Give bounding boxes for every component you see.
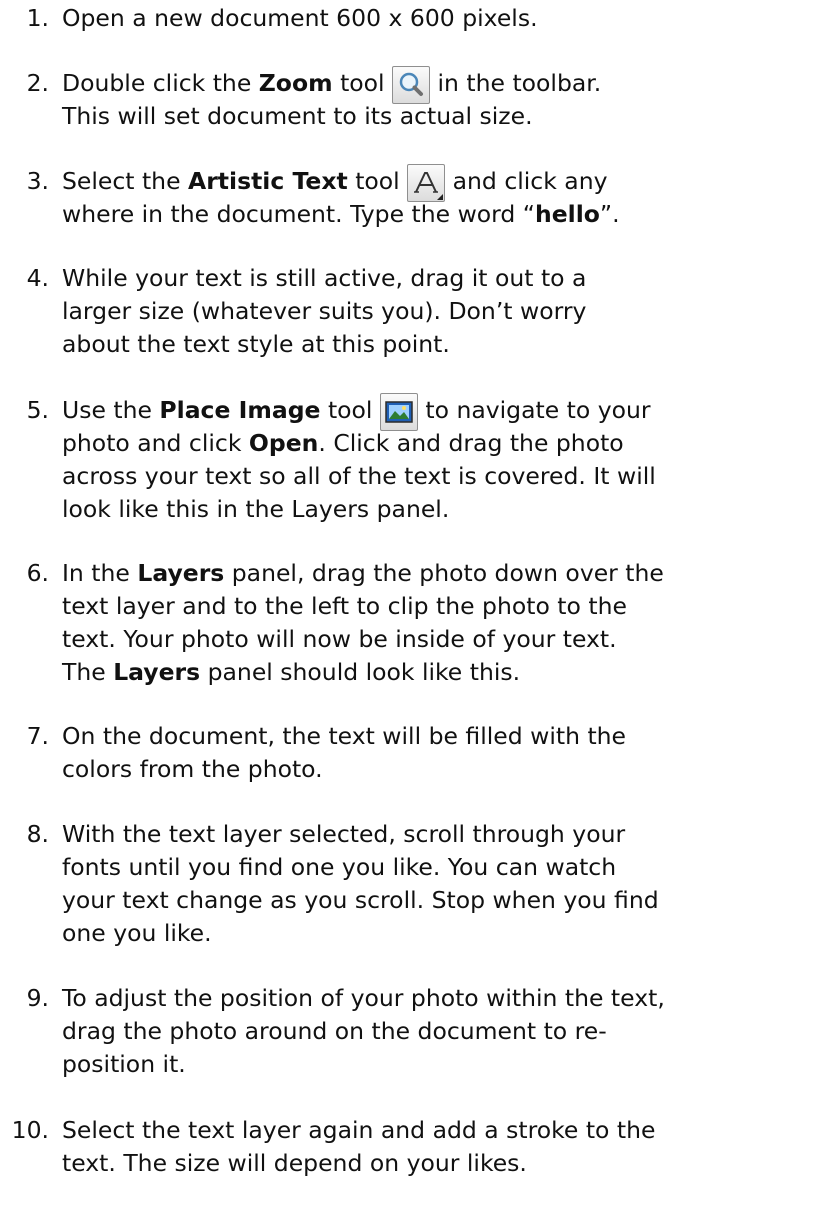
word-hello: hello — [534, 200, 600, 228]
artistic-text-tool-name: Artistic Text — [188, 167, 348, 195]
zoom-tool-icon — [392, 65, 431, 104]
step-text: While your text is still active, drag it… — [62, 264, 587, 358]
step-number: 7. — [26, 722, 49, 750]
open-label: Open — [248, 429, 319, 457]
step-text: With the text layer selected, scroll thr… — [62, 820, 659, 947]
step-number: 8. — [26, 820, 49, 848]
step-text: In the Layers panel, drag the photo down… — [62, 559, 664, 686]
step-number: 9. — [26, 984, 49, 1012]
artistic-text-tool-icon — [407, 163, 446, 202]
step-number: 6. — [26, 559, 49, 587]
step-text: Use the Place Image tool to navigate to … — [62, 392, 824, 526]
step-number: 4. — [26, 264, 49, 292]
step-text: Select the Artistic Text tool and click … — [62, 163, 824, 231]
layers-label: Layers — [137, 559, 225, 587]
step-text: Open a new document 600 x 600 pixels. — [62, 4, 538, 32]
layers-label: Layers — [113, 658, 201, 686]
step-number: 10. — [11, 1116, 49, 1144]
step-number: 5. — [26, 396, 49, 424]
step-text: Double click the Zoom tool in the toolba… — [62, 65, 824, 133]
step-text: On the document, the text will be filled… — [62, 722, 627, 783]
step-number: 1. — [26, 4, 49, 32]
step-text: To adjust the position of your photo wit… — [62, 984, 665, 1078]
step-number: 2. — [26, 69, 49, 97]
zoom-tool-name: Zoom — [258, 69, 333, 97]
step-number: 3. — [26, 167, 49, 195]
place-image-tool-name: Place Image — [159, 396, 321, 424]
step-text: Select the text layer again and add a st… — [62, 1116, 656, 1177]
place-image-tool-icon — [379, 392, 418, 431]
